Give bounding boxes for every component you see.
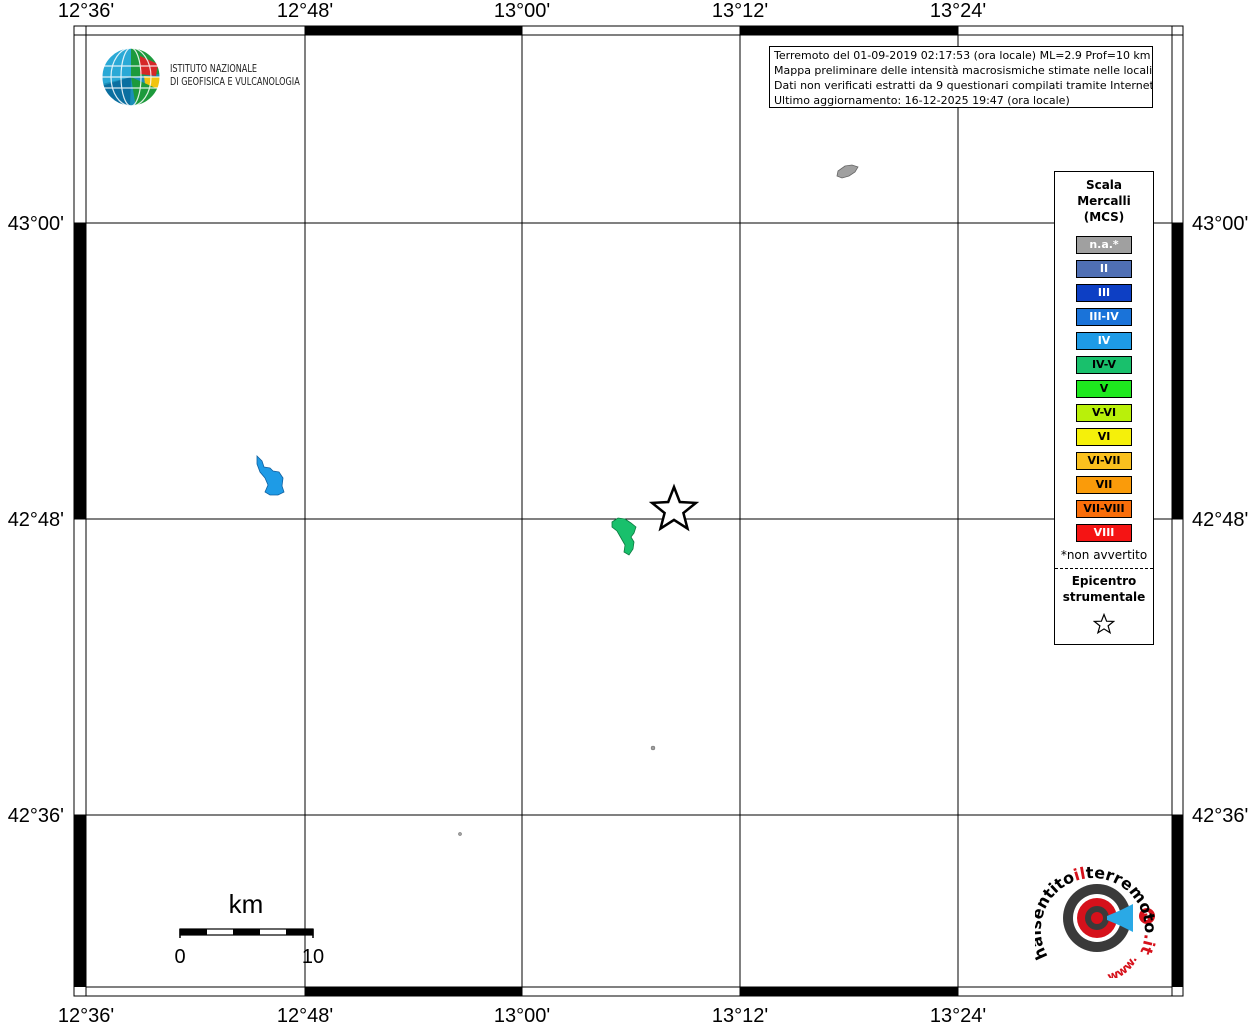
map-inner-frame [85,34,1173,988]
municipality-not-felt-ne [836,164,859,179]
legend-title: Scala Mercalli (MCS) [1055,177,1153,225]
legend-item: IV [1076,332,1132,350]
graticule [86,35,1172,987]
event-info-line: Mappa preliminare delle intensità macros… [774,64,1153,77]
scale-bar: km 0 10 [174,889,324,968]
lon-tick-bottom: 13°12' [712,1005,768,1024]
haisentito-logo: ? haisentitoilterremoto.it www. [1026,858,1175,984]
event-info-line: Terremoto del 01-09-2019 02:17:53 (ora l… [774,49,1151,62]
legend-item: II [1076,260,1132,278]
legend-title-line: Mercalli [1077,194,1131,208]
event-info-box: Terremoto del 01-09-2019 02:17:53 (ora l… [769,46,1153,108]
legend-title-line: Scala [1085,178,1123,192]
lat-tick-left: 42°48' [8,509,64,531]
map-outer-frame [73,25,1184,997]
haisentito-logo-icon: ? haisentitoilterremoto.it www. [1026,863,1160,984]
hst-text-it: .it [1136,933,1159,958]
legend-item: VII [1076,476,1132,494]
legend-epicenter-line: Epicentro [1071,574,1137,588]
legend-item: VI-VII [1076,452,1132,470]
lon-tick-top: 12°36' [58,0,114,22]
scale-start: 0 [174,946,185,968]
lon-tick-top: 12°48' [277,0,333,22]
legend-item: III [1076,284,1132,302]
mcs-legend: Scala Mercalli (MCS) n.a.* II III III-IV IV I… [1054,171,1154,645]
lon-tick-bottom: 12°36' [58,1005,114,1024]
legend-item: III-IV [1076,308,1132,326]
ingv-logo: ISTITUTO NAZIONALE DI GEOFISICA E VULCAN… [100,46,320,110]
legend-star-icon [1055,612,1153,639]
legend-divider [1055,568,1153,569]
municipality-not-felt-small [458,832,462,836]
lat-tick-left: 42°36' [8,805,64,827]
municipality-intensity-iv [256,455,285,496]
event-info-line: Ultimo aggiornamento: 16-12-2025 19:47 (… [774,94,1070,107]
frame-left-bars [73,34,87,987]
lat-tick-right: 42°48' [1192,509,1248,531]
scale-unit: km [229,889,264,919]
lon-tick-top: 13°24' [930,0,986,22]
legend-item: V [1076,380,1132,398]
municipality-not-felt-small [650,745,656,751]
haisentito-www-text: www. [1105,953,1139,978]
lon-tick-top: 13°12' [712,0,768,22]
legend-note: *non avvertito [1060,548,1148,562]
ingv-globe-icon [101,47,161,107]
legend-epicenter-label: Epicentro strumentale [1055,573,1153,605]
ingv-logo-line2: DI GEOFISICA E VULCANOLOGIA [170,76,300,88]
legend-item: VIII [1076,524,1132,542]
frame-top-bars [85,25,1173,36]
legend-item: VI [1076,428,1132,446]
legend-item: n.a.* [1076,236,1132,254]
legend-item: IV-V [1076,356,1132,374]
ingv-logo-line1: ISTITUTO NAZIONALE [170,63,258,75]
lon-tick-bottom: 12°48' [277,1005,333,1024]
lon-tick-bottom: 13°24' [930,1005,986,1024]
lon-tick-top: 13°00' [494,0,550,22]
ingv-logo-text: ISTITUTO NAZIONALE DI GEOFISICA E VULCAN… [170,63,300,89]
lon-tick-bottom: 13°00' [494,1005,550,1024]
legend-item: V-VI [1076,404,1132,422]
event-info-line: Dati non verificati estratti da 9 questi… [774,79,1153,92]
lat-tick-right: 42°36' [1192,805,1248,827]
epicenter-star-icon [648,483,700,532]
hst-text-hai: hai [1035,930,1051,963]
legend-items: n.a.* II III III-IV IV IV-V V V-VI VI VI-VII VII VI… [1055,236,1153,542]
frame-bottom-bars [85,986,1173,997]
legend-item: VII-VIII [1076,500,1132,518]
scale-end: 10 [302,946,324,968]
legend-epicenter-line: strumentale [1062,590,1146,604]
legend-title-line: (MCS) [1083,210,1125,224]
municipality-intensity-iv-v [611,517,637,556]
lat-tick-left: 43°00' [8,213,64,235]
lat-tick-right: 43°00' [1192,213,1248,235]
frame-right-bars [1171,34,1184,987]
